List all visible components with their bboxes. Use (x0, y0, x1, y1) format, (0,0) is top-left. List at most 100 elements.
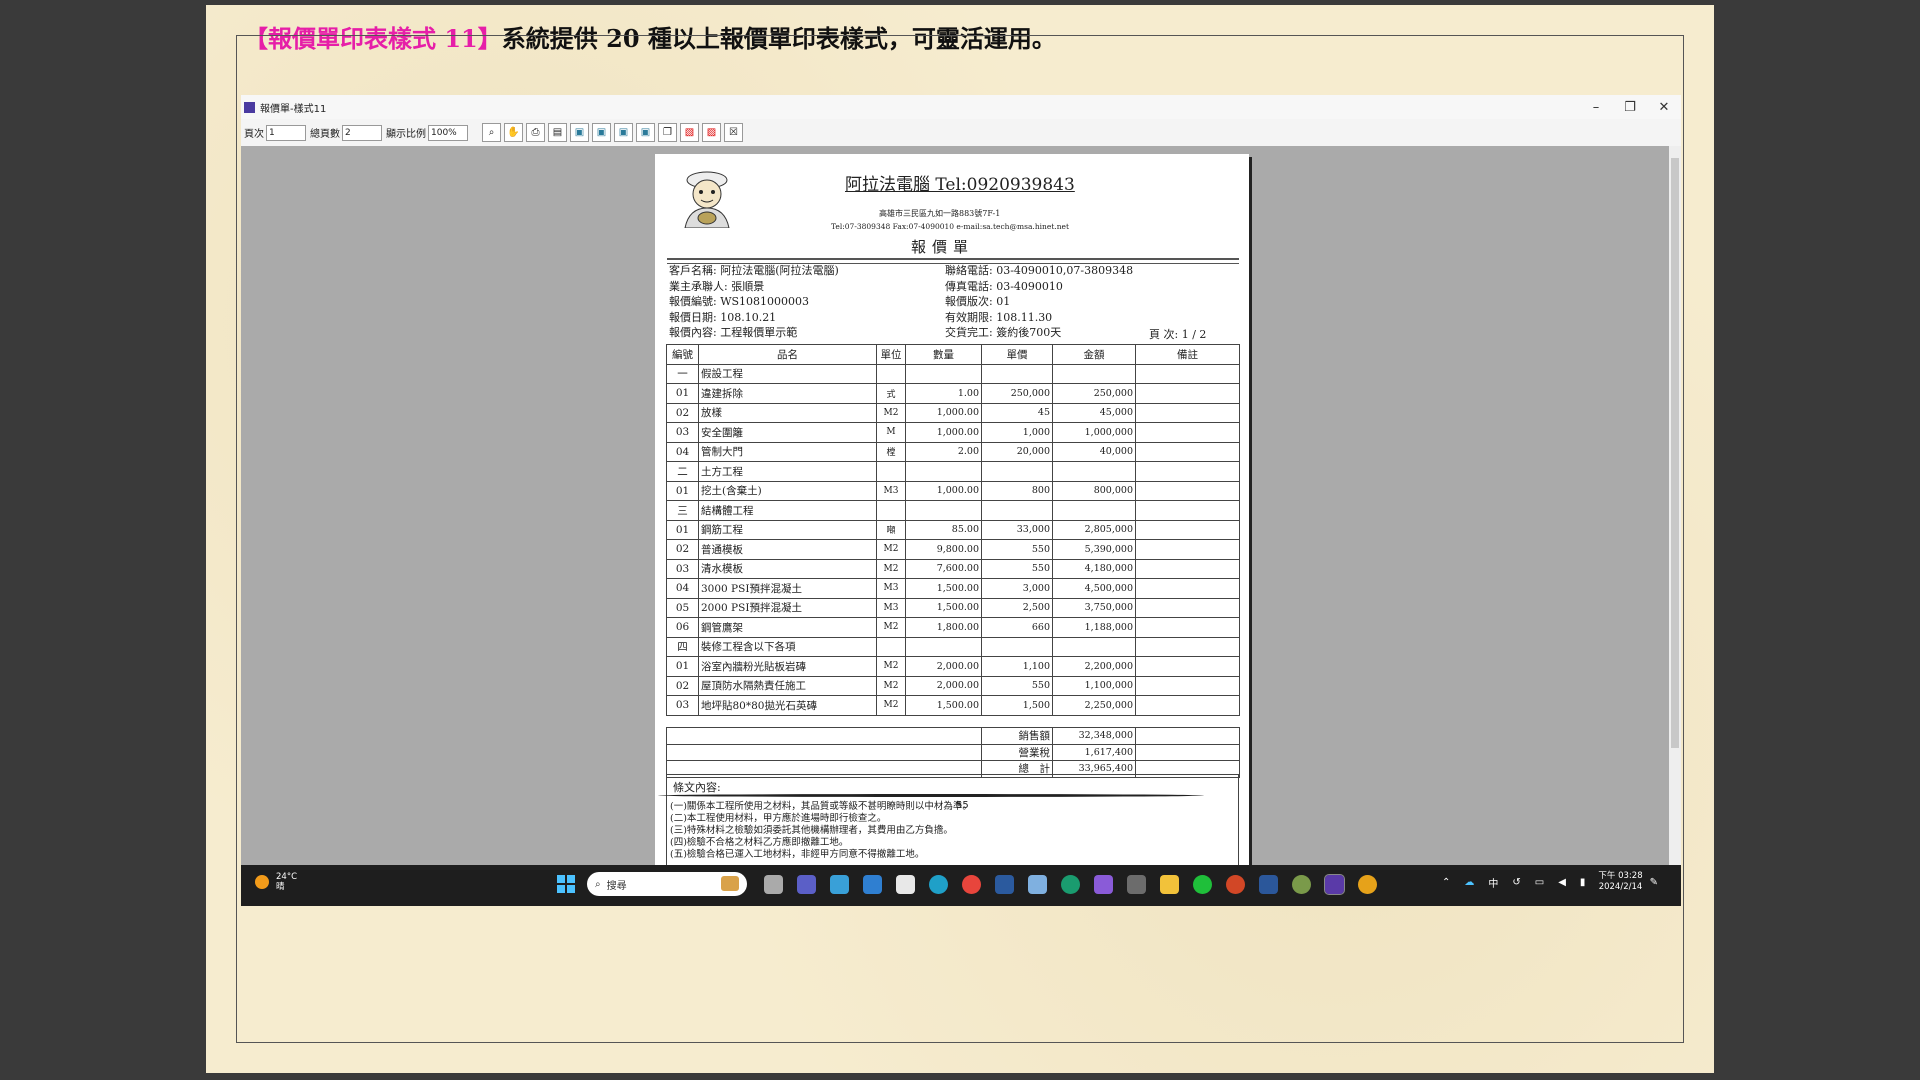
word-icon[interactable] (1259, 874, 1278, 894)
chevron-up-icon[interactable]: ⌃ (1442, 877, 1450, 888)
info-line: 報價內容: 工程報價單示範 (669, 326, 798, 339)
mascot-logo (684, 171, 730, 228)
scroll-thumb[interactable] (1671, 158, 1679, 748)
table-cell (1135, 480, 1240, 501)
table-cell: M (876, 422, 906, 443)
edge-dev-icon[interactable] (1061, 874, 1080, 894)
close-icon[interactable]: ☒ (724, 123, 743, 142)
clock[interactable]: 下午 03:28 2024/2/14 (1598, 871, 1642, 893)
info-line: 報價版次: 01 (945, 295, 1011, 308)
table-cell: 二 (666, 461, 699, 482)
notepad-icon[interactable] (830, 874, 849, 894)
table-cell: M2 (876, 675, 906, 696)
onedrive-icon[interactable]: ☁ (1464, 877, 1474, 888)
export-icon[interactable]: ▣ (592, 123, 611, 142)
file-explorer-icon[interactable] (1160, 874, 1179, 894)
battery-icon[interactable]: ▮ (1580, 877, 1586, 888)
table-cell: 40,000 (1052, 441, 1136, 462)
copy-icon[interactable]: ❐ (658, 123, 677, 142)
edge-icon[interactable] (929, 874, 948, 894)
term-line: (一)關係本工程所使用之材料，其品質或等級不甚明瞭時則以中材為準。 (670, 801, 972, 812)
tools-icon[interactable] (1127, 874, 1146, 894)
search-input[interactable]: ⌕ 搜尋 (587, 872, 747, 896)
page-setup-icon[interactable]: ▤ (548, 123, 567, 142)
weather-text: 晴 (276, 882, 285, 892)
table-cell: 四 (666, 636, 699, 657)
chrome-icon[interactable] (962, 874, 981, 894)
info-line: 報價日期: 108.10.21 (669, 310, 777, 324)
app-icon[interactable] (1292, 874, 1311, 894)
table-cell (1052, 636, 1136, 657)
report-app-icon[interactable] (1324, 873, 1345, 895)
table-cell: 結構體工程 (698, 500, 877, 521)
volume-icon[interactable]: ◀ (1558, 877, 1566, 888)
table-row: 二土方工程 (666, 461, 1240, 482)
hand-icon[interactable]: ✋ (504, 123, 523, 142)
column-header: 備註 (1135, 344, 1240, 365)
page-input[interactable]: 1 (266, 124, 306, 141)
export-icon[interactable]: ▣ (570, 123, 589, 142)
table-cell (1052, 363, 1136, 384)
app-icon[interactable] (995, 874, 1014, 894)
export-icon[interactable]: ▣ (614, 123, 633, 142)
visual-studio-icon[interactable] (1094, 874, 1113, 894)
table-cell: 05 (666, 597, 699, 618)
zoom-select[interactable]: 100% (428, 124, 468, 141)
table-cell: 挖土(含棄土) (698, 480, 877, 501)
table-header: 編號 品名 單位 數量 單價 金額 備註 (666, 344, 1240, 365)
table-cell: 安全圍籬 (698, 422, 877, 443)
line-icon[interactable] (1193, 874, 1212, 894)
table-cell (981, 363, 1053, 384)
undo-icon[interactable]: ↺ (1512, 877, 1520, 888)
pdf-icon[interactable]: ▧ (680, 123, 699, 142)
preview-toolbar: 頁次 1 總頁數 2 顯示比例 100% ⌕ ✋ ⎙ ▤ ▣ ▣ ▣ ▣ ❐ ▧… (241, 119, 1681, 147)
table-cell: 550 (981, 675, 1053, 696)
table-cell (1135, 695, 1240, 716)
document-title: 報價單 (911, 238, 975, 256)
page-number: 55 (956, 800, 969, 811)
table-cell (1135, 402, 1240, 423)
minimize-button[interactable]: – (1579, 95, 1613, 119)
teams-icon[interactable] (797, 874, 816, 894)
table-cell: 550 (981, 539, 1053, 560)
totals-value: 32,348,000 (1052, 727, 1136, 745)
terms-box: 條文內容: (一)關係本工程所使用之材料，其品質或等級不甚明瞭時則以中材為準。 … (666, 774, 1239, 865)
table-cell (905, 461, 982, 482)
powerpoint-icon[interactable] (1226, 874, 1245, 894)
table-row: 01 鋼筋工程噸 85.00 33,000 2,805,000 (666, 519, 1240, 540)
export-icon[interactable]: ▣ (636, 123, 655, 142)
ime-indicator[interactable]: 中 (1488, 875, 1498, 890)
network-icon[interactable]: ▭ (1535, 877, 1544, 888)
maximize-button[interactable]: ❐ (1613, 95, 1647, 119)
vertical-scrollbar[interactable] (1669, 146, 1681, 865)
title-bar[interactable]: 報價單-樣式11 – ❐ ✕ (241, 95, 1681, 119)
start-icon[interactable] (557, 875, 575, 893)
photos-icon[interactable] (1028, 874, 1047, 894)
table-cell: 1,000.00 (905, 402, 982, 423)
preview-area[interactable]: 阿拉法電腦 Tel:0920939843 高雄市三民區九如一路883號7F-1 … (241, 146, 1681, 865)
table-cell: 4,180,000 (1052, 558, 1136, 579)
task-view-icon[interactable] (764, 874, 783, 894)
mail-icon[interactable] (863, 874, 882, 894)
total-pages-field: 2 (342, 124, 382, 141)
close-button[interactable]: ✕ (1647, 95, 1681, 119)
table-cell: 1,100,000 (1052, 675, 1136, 696)
table-cell: 2,200,000 (1052, 656, 1136, 677)
zoom-icon[interactable]: ⌕ (482, 123, 501, 142)
store-icon[interactable] (896, 874, 915, 894)
table-cell (1135, 675, 1240, 696)
totals-note (1135, 743, 1240, 761)
pdf-icon[interactable]: ▨ (702, 123, 721, 142)
chrome-canary-icon[interactable] (1358, 874, 1377, 894)
table-cell: M3 (876, 597, 906, 618)
info-line: 聯絡電話: 03-4090010,07-3809348 (945, 264, 1134, 277)
table-row: 03 清水模板 M2 7,600.00 550 4,180,000 (666, 558, 1240, 579)
weather-widget[interactable]: 24°C 晴 (255, 872, 297, 892)
print-icon[interactable]: ⎙ (526, 123, 545, 142)
notification-icon[interactable]: ✎ (1650, 877, 1658, 888)
table-cell: 660 (981, 617, 1053, 638)
totals-table: 銷售額 32,348,000 營業稅 1,617,400 總 計 33,965,400 (666, 727, 1240, 778)
table-cell: 1,000.00 (905, 480, 982, 501)
table-cell: 45,000 (1052, 402, 1136, 423)
table-cell: 放樣 (698, 402, 877, 423)
